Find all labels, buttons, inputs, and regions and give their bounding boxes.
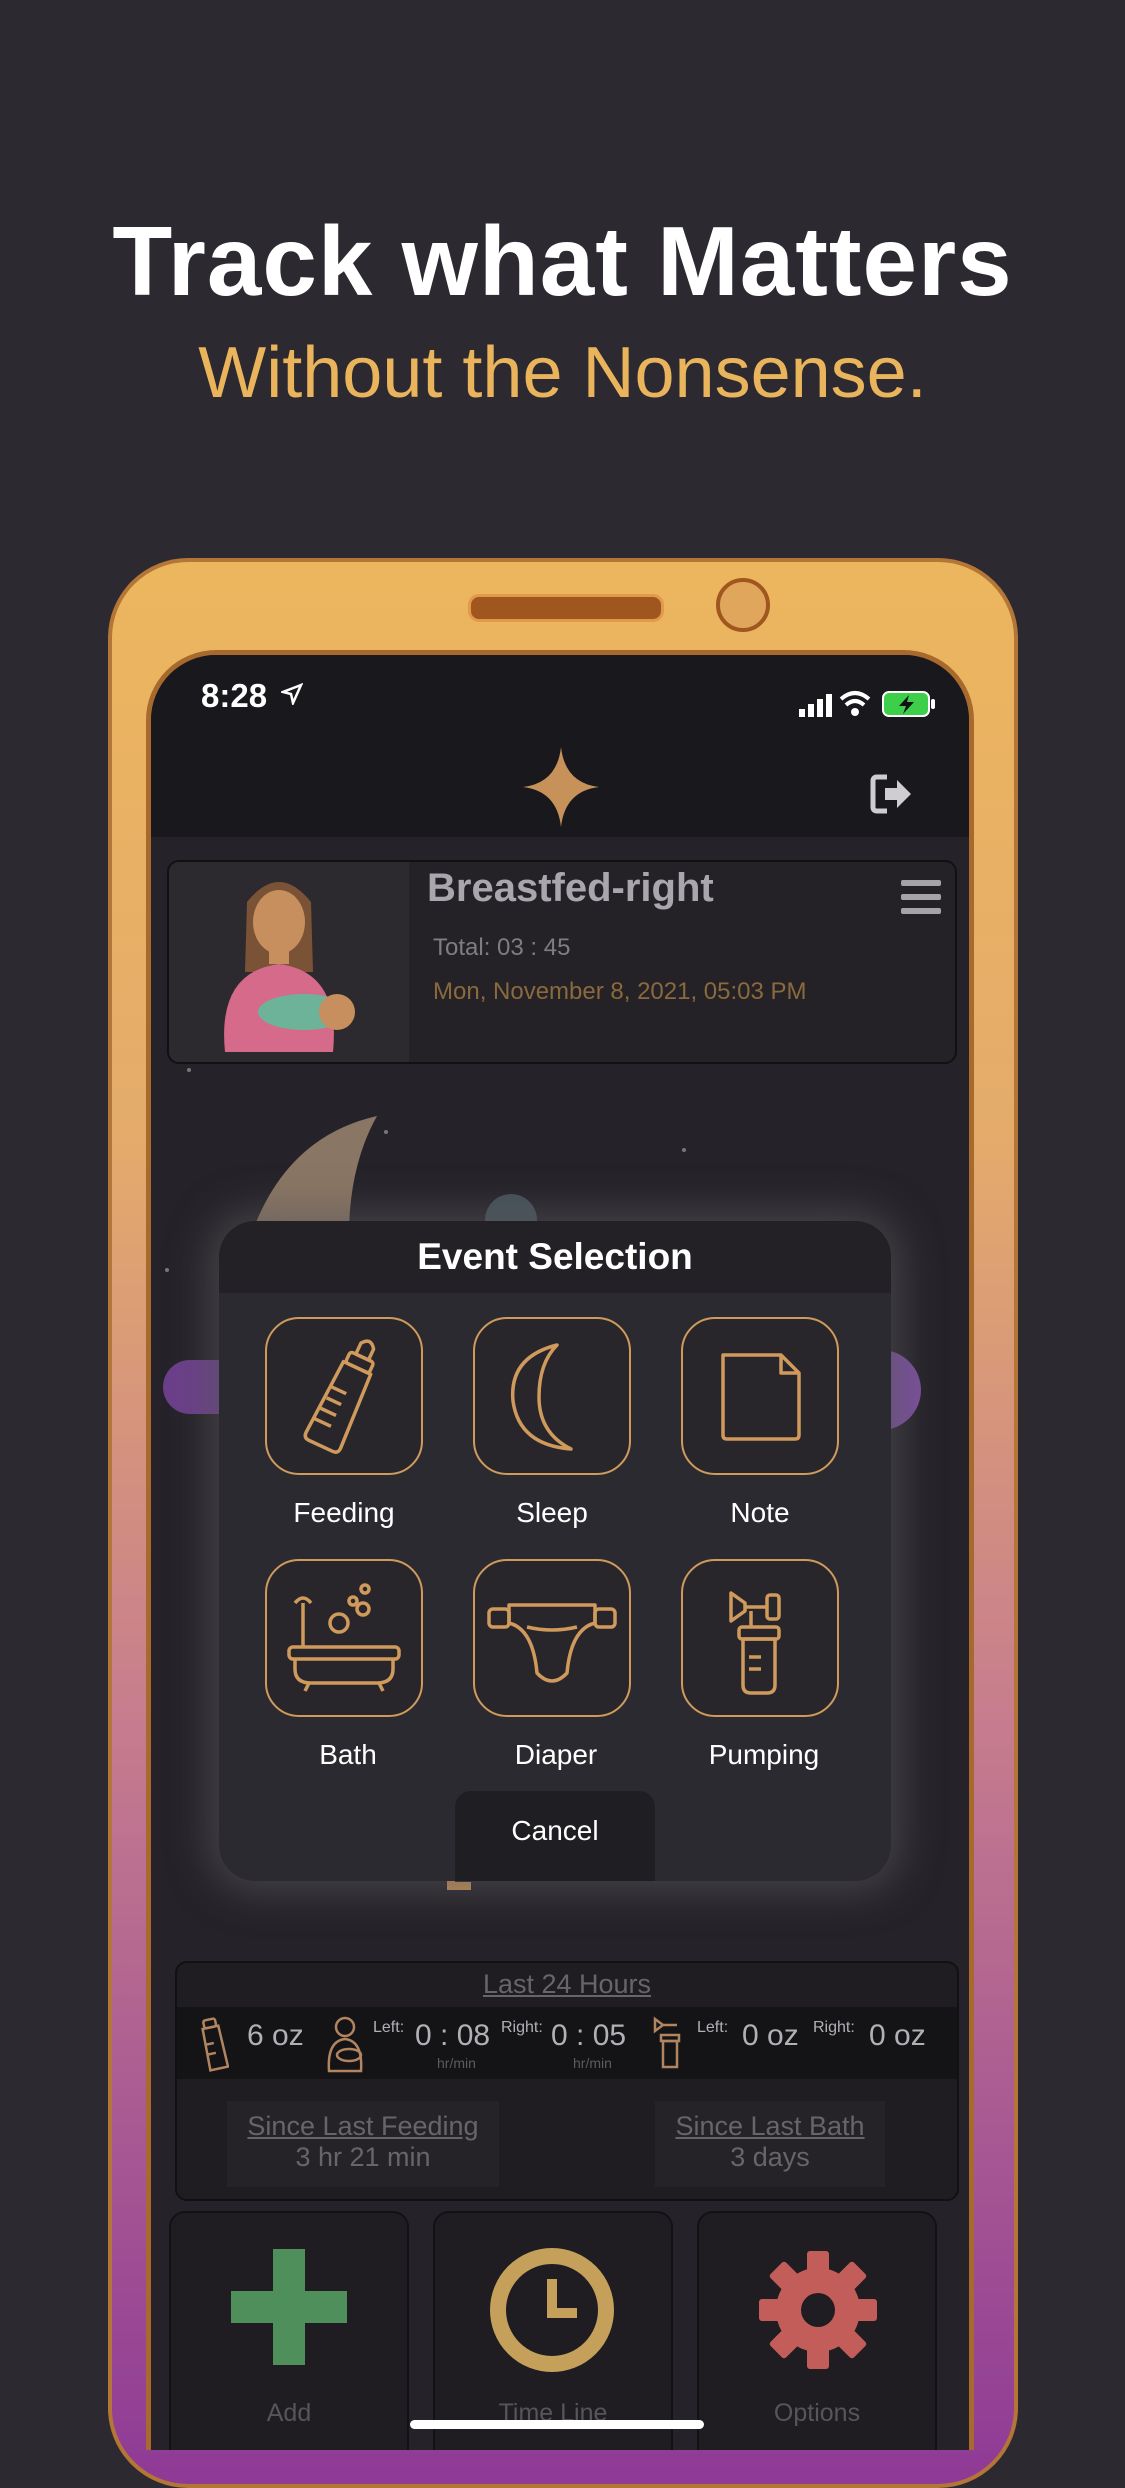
breast-left-label: Left: bbox=[373, 2019, 405, 2036]
note-label: Note bbox=[730, 1497, 790, 1528]
sleep-option[interactable] bbox=[473, 1317, 631, 1475]
event-card[interactable]: Breastfed-right Total: 03 : 45 Mon, Nove… bbox=[167, 860, 957, 1064]
modal-title: Event Selection bbox=[219, 1221, 891, 1293]
breast-right-unit: hr/min bbox=[573, 2055, 612, 2071]
since-last-bath: Since Last Bath 3 days bbox=[655, 2101, 885, 2187]
add-label: Add bbox=[266, 2399, 312, 2427]
clock-icon bbox=[490, 2248, 614, 2372]
nav-bar bbox=[151, 745, 969, 837]
event-total: Total: 03 : 45 bbox=[433, 934, 571, 961]
gear-icon bbox=[759, 2251, 877, 2369]
wifi-icon bbox=[839, 691, 871, 716]
bathtub-icon bbox=[287, 1583, 401, 1692]
breast-pump-icon bbox=[729, 1591, 781, 1695]
stats-title: Last 24 Hours bbox=[482, 1969, 652, 1999]
sleep-label: Sleep bbox=[516, 1497, 588, 1528]
phone-speaker bbox=[468, 594, 664, 622]
since-feeding-value: 3 hr 21 min bbox=[295, 2142, 431, 2172]
options-button[interactable]: Options bbox=[697, 2211, 937, 2450]
pumping-label: Pumping bbox=[708, 1739, 820, 1770]
plus-icon bbox=[231, 2249, 347, 2365]
since-bath-label: Since Last Bath bbox=[675, 2111, 865, 2141]
feeding-option[interactable] bbox=[265, 1317, 423, 1475]
subheadline: Without the Nonsense. bbox=[198, 333, 927, 413]
bottle-small-icon bbox=[201, 2017, 229, 2072]
pump-right-amount: 0 oz bbox=[869, 2019, 926, 2052]
pump-small-icon bbox=[653, 2016, 681, 2069]
status-bar: 8:28 bbox=[151, 655, 969, 745]
bath-label: Bath bbox=[319, 1739, 377, 1770]
event-datetime: Mon, November 8, 2021, 05:03 PM bbox=[433, 978, 807, 1005]
logout-icon[interactable] bbox=[869, 773, 915, 815]
diaper-option[interactable] bbox=[473, 1559, 631, 1717]
pump-left-label: Left: bbox=[697, 2019, 729, 2036]
last-24-hours-panel: Last 24 Hours 6 oz Left: 0 : 08 hr/min R… bbox=[175, 1961, 959, 2201]
since-last-feeding: Since Last Feeding 3 hr 21 min bbox=[227, 2101, 499, 2187]
add-button[interactable]: Add bbox=[169, 2211, 409, 2450]
cellular-signal-icon bbox=[799, 694, 832, 717]
cancel-button[interactable]: Cancel bbox=[455, 1791, 655, 1881]
feeding-label: Feeding bbox=[293, 1497, 395, 1528]
event-selection-modal: Event Selection Feeding Sleep Note Bath … bbox=[219, 1221, 891, 1881]
pump-right-label: Right: bbox=[813, 2019, 855, 2036]
pumping-option[interactable] bbox=[681, 1559, 839, 1717]
status-time: 8:28 bbox=[201, 677, 268, 714]
note-icon bbox=[721, 1353, 801, 1441]
headline: Track what Matters bbox=[112, 206, 1013, 316]
baby-bottle-icon bbox=[303, 1339, 376, 1454]
breast-left-unit: hr/min bbox=[437, 2055, 476, 2071]
home-indicator[interactable] bbox=[410, 2420, 704, 2429]
app-star-logo-icon bbox=[523, 747, 599, 827]
stats-row: 6 oz Left: 0 : 08 hr/min Right: 0 : 05 h… bbox=[177, 2007, 957, 2079]
crescent-moon-icon bbox=[510, 1343, 573, 1451]
battery-charging-icon bbox=[882, 691, 935, 717]
timeline-button[interactable]: Time Line bbox=[433, 2211, 673, 2450]
mother-avatar bbox=[169, 862, 409, 1062]
hamburger-menu-icon[interactable] bbox=[901, 880, 941, 922]
breast-right-label: Right: bbox=[501, 2019, 543, 2036]
diaper-icon bbox=[487, 1603, 617, 1683]
phone-screen: 8:28 Breastfed-right Total: 03 : 45 Mon,… bbox=[146, 650, 974, 2450]
breastfeeding-small-icon bbox=[327, 2016, 363, 2073]
diaper-label: Diaper bbox=[514, 1739, 598, 1770]
since-bath-value: 3 days bbox=[730, 2142, 810, 2172]
phone-camera bbox=[716, 578, 770, 632]
breastfeeding-mother-icon bbox=[224, 882, 355, 1052]
bath-option[interactable] bbox=[265, 1559, 423, 1717]
breast-right-time: 0 : 05 bbox=[551, 2019, 627, 2052]
note-option[interactable] bbox=[681, 1317, 839, 1475]
since-feeding-label: Since Last Feeding bbox=[247, 2111, 479, 2141]
pump-left-amount: 0 oz bbox=[742, 2019, 799, 2052]
event-title: Breastfed-right bbox=[427, 866, 714, 910]
options-label: Options bbox=[773, 2399, 861, 2427]
breast-left-time: 0 : 08 bbox=[415, 2019, 491, 2052]
location-arrow-icon bbox=[281, 683, 303, 705]
bottle-amount: 6 oz bbox=[247, 2019, 304, 2052]
